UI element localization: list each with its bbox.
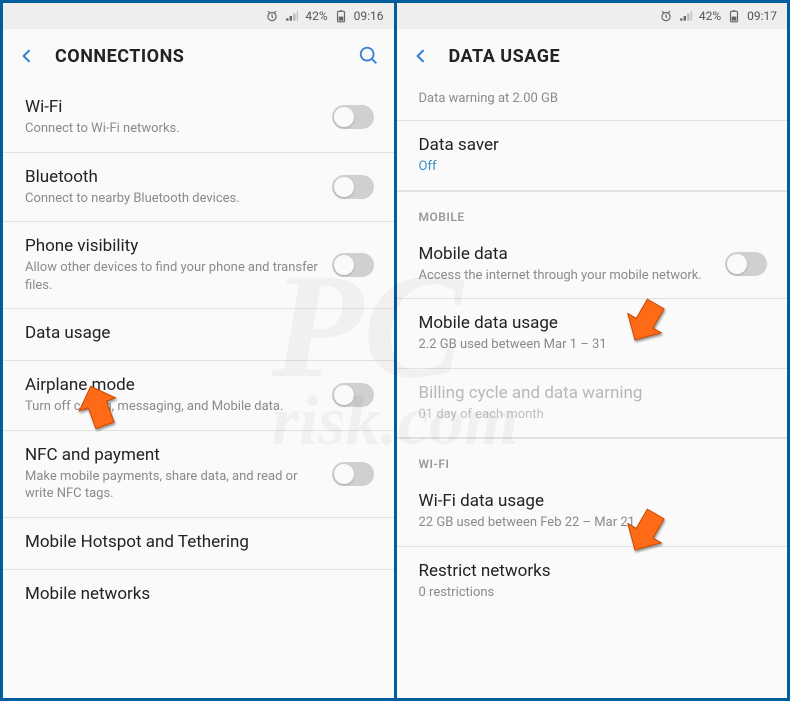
toggle-airplane[interactable]	[332, 383, 374, 407]
status-bar: 42% 09:17	[397, 3, 788, 29]
item-sub: Access the internet through your mobile …	[419, 267, 716, 285]
item-sub: 2.2 GB used between Mar 1 – 31	[419, 336, 768, 354]
status-bar: 42% 09:16	[3, 3, 394, 29]
item-title: Airplane mode	[25, 375, 322, 395]
alarm-icon	[659, 9, 673, 23]
item-sub: Connect to nearby Bluetooth devices.	[25, 190, 322, 208]
signal-icon	[679, 9, 693, 23]
item-mobile-networks[interactable]: Mobile networks	[3, 570, 394, 621]
signal-icon	[285, 9, 299, 23]
item-title: Billing cycle and data warning	[419, 383, 768, 403]
alarm-icon	[265, 9, 279, 23]
item-title: NFC and payment	[25, 445, 322, 465]
phone-data-usage: 42% 09:17 DATA USAGE Data warning at 2.0…	[397, 3, 788, 698]
item-title: Mobile data	[419, 244, 716, 264]
item-nfc[interactable]: NFC and payment Make mobile payments, sh…	[3, 431, 394, 518]
item-data-usage[interactable]: Data usage	[3, 309, 394, 361]
toggle-visibility[interactable]	[332, 253, 374, 277]
item-sub: Turn off calling, messaging, and Mobile …	[25, 398, 322, 416]
item-title: Restrict networks	[419, 561, 768, 581]
battery-icon	[334, 9, 348, 23]
item-sub: 22 GB used between Feb 22 – Mar 21	[419, 514, 768, 532]
toggle-wifi[interactable]	[332, 105, 374, 129]
item-hotspot[interactable]: Mobile Hotspot and Tethering	[3, 518, 394, 570]
settings-list: Data warning at 2.00 GB Data saver Off M…	[397, 83, 788, 698]
header-bar: CONNECTIONS	[3, 29, 394, 83]
clock-time: 09:16	[354, 9, 384, 23]
item-title: Bluetooth	[25, 167, 322, 187]
item-phone-visibility[interactable]: Phone visibility Allow other devices to …	[3, 222, 394, 309]
data-warning-note: Data warning at 2.00 GB	[397, 83, 788, 121]
section-wifi: WI-FI	[397, 438, 788, 477]
item-title: Wi-Fi	[25, 97, 322, 117]
battery-percent: 42%	[699, 9, 721, 23]
clock-time: 09:17	[747, 9, 777, 23]
settings-list: Wi-Fi Connect to Wi-Fi networks. Bluetoo…	[3, 83, 394, 698]
back-icon[interactable]	[17, 46, 37, 66]
battery-percent: 42%	[305, 9, 327, 23]
item-title: Data saver	[419, 135, 768, 155]
item-wifi[interactable]: Wi-Fi Connect to Wi-Fi networks.	[3, 83, 394, 153]
section-mobile: MOBILE	[397, 191, 788, 230]
item-sub: 0 restrictions	[419, 584, 768, 602]
item-airplane-mode[interactable]: Airplane mode Turn off calling, messagin…	[3, 361, 394, 431]
item-sub: Off	[419, 158, 768, 176]
back-icon[interactable]	[411, 46, 431, 66]
toggle-nfc[interactable]	[332, 462, 374, 486]
page-title: DATA USAGE	[449, 46, 561, 67]
item-mobile-data[interactable]: Mobile data Access the internet through …	[397, 230, 788, 300]
phone-connections: 42% 09:16 CONNECTIONS Wi-Fi Connect to W…	[3, 3, 394, 698]
search-icon[interactable]	[358, 45, 380, 67]
item-title: Mobile data usage	[419, 313, 768, 333]
item-restrict-networks[interactable]: Restrict networks 0 restrictions	[397, 547, 788, 616]
item-title: Mobile Hotspot and Tethering	[25, 532, 374, 552]
item-wifi-data-usage[interactable]: Wi-Fi data usage 22 GB used between Feb …	[397, 477, 788, 547]
toggle-bluetooth[interactable]	[332, 175, 374, 199]
item-mobile-data-usage[interactable]: Mobile data usage 2.2 GB used between Ma…	[397, 299, 788, 369]
item-sub: 01 day of each month	[419, 406, 768, 424]
page-title: CONNECTIONS	[55, 46, 184, 67]
item-data-saver[interactable]: Data saver Off	[397, 121, 788, 191]
battery-icon	[727, 9, 741, 23]
item-sub: Connect to Wi-Fi networks.	[25, 120, 322, 138]
item-title: Wi-Fi data usage	[419, 491, 768, 511]
item-title: Phone visibility	[25, 236, 322, 256]
header-bar: DATA USAGE	[397, 29, 788, 83]
item-bluetooth[interactable]: Bluetooth Connect to nearby Bluetooth de…	[3, 153, 394, 223]
item-sub: Make mobile payments, share data, and re…	[25, 468, 322, 503]
item-billing-cycle[interactable]: Billing cycle and data warning 01 day of…	[397, 369, 788, 439]
item-title: Mobile networks	[25, 584, 374, 604]
item-title: Data usage	[25, 323, 374, 343]
toggle-mobile-data[interactable]	[725, 252, 767, 276]
item-sub: Allow other devices to find your phone a…	[25, 259, 322, 294]
